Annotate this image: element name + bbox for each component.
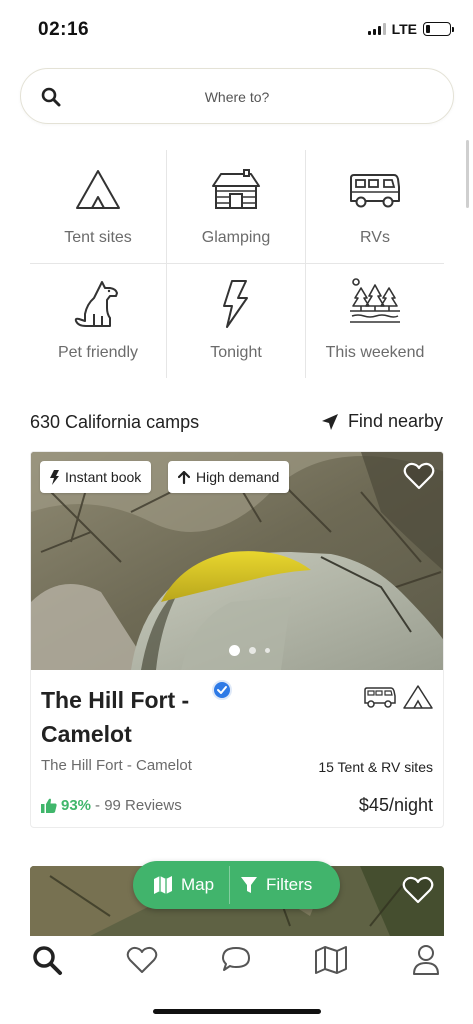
rv-icon — [364, 687, 396, 708]
signal-icon — [367, 23, 386, 35]
tab-map[interactable] — [313, 942, 349, 978]
category-label: RVs — [360, 229, 390, 246]
lightning-icon — [223, 280, 248, 328]
tent-icon — [76, 170, 120, 209]
scrollbar[interactable] — [466, 140, 469, 208]
photo-dot — [265, 648, 270, 653]
battery-icon — [423, 22, 454, 36]
thumbs-up-icon — [41, 798, 57, 813]
forest-icon — [350, 278, 400, 323]
filter-icon — [241, 877, 257, 893]
category-grid: Tent sites Glamping RVs Pet friendly Ton… — [30, 150, 444, 378]
listing-card[interactable]: Instant book High demand The Hill Fort -… — [30, 451, 444, 828]
category-label: Glamping — [201, 229, 271, 246]
map-icon — [315, 946, 347, 974]
category-rvs[interactable]: RVs — [306, 150, 444, 264]
favorite-heart-icon[interactable] — [402, 876, 434, 904]
tent-icon — [403, 685, 433, 709]
profile-icon — [413, 945, 439, 975]
tab-search[interactable] — [29, 942, 65, 978]
listing-price: $45/night — [358, 795, 433, 815]
photo-dot — [229, 645, 240, 656]
search-placeholder: Where to? — [204, 89, 270, 105]
category-label: Pet friendly — [57, 344, 139, 361]
search-input[interactable]: Where to? — [20, 68, 454, 124]
results-count: 630 California camps — [30, 412, 200, 432]
home-indicator — [153, 1009, 321, 1014]
category-glamping[interactable]: Glamping — [167, 150, 306, 264]
category-tonight[interactable]: Tonight — [167, 264, 306, 378]
dog-icon — [74, 281, 118, 327]
category-this-weekend[interactable]: This weekend — [306, 264, 444, 378]
network-label: LTE — [391, 21, 417, 37]
find-nearby-label: Find nearby — [347, 411, 443, 431]
status-time: 02:16 — [38, 19, 90, 40]
high-demand-badge: High demand — [168, 461, 290, 493]
listing-subtitle: The Hill Fort - Camelot — [41, 757, 192, 774]
category-tent-sites[interactable]: Tent sites — [30, 150, 167, 264]
location-arrow-icon — [321, 413, 338, 430]
cabin-icon — [212, 169, 260, 209]
heart-icon — [126, 946, 158, 973]
listing-sites: 15 Tent & RV sites — [318, 759, 433, 775]
site-type-icons — [363, 685, 433, 709]
map-icon — [154, 876, 172, 894]
listing-rating: 93% - 99 Reviews — [41, 797, 182, 814]
tab-profile[interactable] — [408, 942, 444, 978]
tab-messages[interactable] — [218, 942, 254, 978]
rating-percent: 93% — [61, 797, 92, 814]
arrow-up-icon — [178, 470, 190, 484]
category-pet-friendly[interactable]: Pet friendly — [30, 264, 167, 378]
filters-label: Filters — [266, 875, 313, 894]
favorite-heart-icon[interactable] — [403, 462, 435, 490]
badge-label: High demand — [196, 469, 280, 485]
lightning-icon — [50, 469, 59, 485]
category-label: This weekend — [325, 344, 425, 361]
status-indicators: LTE — [367, 21, 454, 37]
listing-photo[interactable]: Instant book High demand — [31, 452, 443, 670]
tab-bar — [0, 936, 473, 1024]
tab-favorites[interactable] — [124, 942, 160, 978]
filters-button[interactable]: Filters — [230, 861, 312, 909]
search-icon — [33, 946, 62, 975]
chat-icon — [222, 947, 250, 971]
status-bar: 02:16 LTE — [0, 0, 473, 60]
category-label: Tent sites — [64, 229, 132, 246]
map-filters-toggle: Map Filters — [133, 861, 340, 909]
photo-pagination — [229, 645, 270, 656]
review-count: - 99 Reviews — [95, 797, 182, 814]
find-nearby-button[interactable]: Find nearby — [321, 411, 443, 432]
map-button[interactable]: Map — [133, 861, 229, 909]
listing-title[interactable]: The Hill Fort - Camelot — [41, 683, 241, 751]
map-label: Map — [181, 875, 215, 894]
instant-book-badge: Instant book — [40, 461, 152, 493]
rv-icon — [350, 174, 400, 208]
badge-label: Instant book — [65, 469, 142, 485]
photo-dot — [249, 647, 256, 654]
category-label: Tonight — [210, 344, 262, 361]
verified-icon — [212, 680, 232, 700]
